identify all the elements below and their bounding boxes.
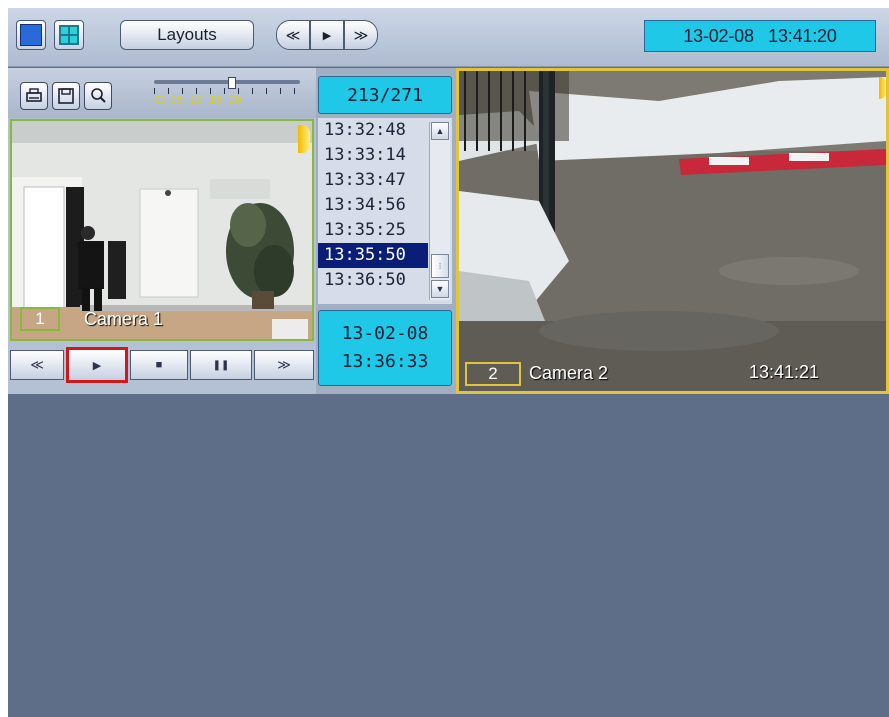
archive-column: 213/271 13:32:48 13:33:14 13:33:47 13:34… xyxy=(316,68,456,394)
play-icon: ▶ xyxy=(92,359,102,372)
next-icon: ≫ xyxy=(277,357,291,372)
time-list[interactable]: 13:32:48 13:33:14 13:33:47 13:34:56 13:3… xyxy=(318,118,452,304)
grid-layout-button[interactable] xyxy=(54,20,84,50)
fast-forward-icon: ≫ xyxy=(353,26,369,43)
speed-slider[interactable]: 00 05 10 15 20 xyxy=(154,76,300,116)
speed-track xyxy=(154,80,300,84)
top-toolbar: Layouts ≪ ▶ ≫ 13-02-08 13:41:20 xyxy=(8,8,889,67)
layouts-button[interactable]: Layouts xyxy=(120,20,254,50)
archive-date: 13-02-08 xyxy=(341,323,429,344)
previous-icon: ≪ xyxy=(30,357,44,372)
speaker-icon[interactable] xyxy=(298,125,310,153)
app-window: Layouts ≪ ▶ ≫ 13-02-08 13:41:20 00 05 10… xyxy=(8,8,889,717)
camera2-frame-image xyxy=(459,71,886,391)
camera1-toolbar: 00 05 10 15 20 xyxy=(8,68,316,118)
empty-workspace xyxy=(8,394,889,717)
camera1-video[interactable]: 1 Camera 1 xyxy=(10,119,314,341)
playback-nav-group: ≪ ▶ ≫ xyxy=(276,20,378,50)
archive-datetime: 13-02-08 13:36:33 xyxy=(318,310,452,386)
camera2-video[interactable]: 2 Camera 2 13:41:21 xyxy=(456,68,889,394)
time-list-scrollbar[interactable]: ▲ ⁝ ▼ xyxy=(429,122,450,300)
rewind-icon: ≪ xyxy=(285,26,301,43)
scrollbar-thumb[interactable]: ⁝ xyxy=(431,254,449,278)
camera1-label: Camera 1 xyxy=(84,309,164,329)
next-frame-button[interactable]: ≫ xyxy=(254,350,314,380)
save-button[interactable] xyxy=(52,82,80,110)
camera1-play-button[interactable]: ▶ xyxy=(66,347,128,383)
print-button[interactable] xyxy=(20,82,48,110)
fast-forward-button[interactable]: ≫ xyxy=(344,20,378,50)
camera2-timestamp: 13:41:21 xyxy=(749,362,820,382)
pause-icon: ❚❚ xyxy=(212,359,230,371)
scroll-down-icon[interactable]: ▼ xyxy=(431,280,449,298)
grid-layout-icon xyxy=(59,25,79,45)
print-icon xyxy=(26,88,42,102)
current-datetime: 13-02-08 13:41:20 xyxy=(644,20,876,52)
single-layout-button[interactable] xyxy=(16,20,46,50)
play-icon: ▶ xyxy=(322,29,332,42)
camera2-number-badge: 2 xyxy=(465,362,521,386)
stop-icon: ■ xyxy=(155,359,163,371)
save-icon xyxy=(58,88,74,104)
camera2-label: Camera 2 xyxy=(529,363,609,383)
play-button[interactable]: ▶ xyxy=(310,20,344,50)
frame-counter: 213/271 xyxy=(318,76,452,114)
stop-button[interactable]: ■ xyxy=(130,350,188,380)
rewind-button[interactable]: ≪ xyxy=(276,20,310,50)
zoom-button[interactable] xyxy=(84,82,112,110)
previous-frame-button[interactable]: ≪ xyxy=(10,350,64,380)
time-list-item-selected[interactable]: 13:35:50 xyxy=(318,243,428,268)
archive-time: 13:36:33 xyxy=(341,351,429,372)
single-layout-icon xyxy=(20,24,42,46)
camera1-playback-controls: ≪ ▶ ■ ❚❚ ≫ xyxy=(8,346,316,394)
pause-button[interactable]: ❚❚ xyxy=(190,350,252,380)
camera1-number-badge: 1 xyxy=(20,307,60,331)
camera1-panel: 00 05 10 15 20 1 Camera 1 ≪ ▶ ■ ❚❚ ≫ xyxy=(8,68,316,394)
zoom-icon xyxy=(91,88,106,103)
speed-tick-labels: 00 05 10 15 20 xyxy=(154,94,242,106)
scroll-up-icon[interactable]: ▲ xyxy=(431,122,449,140)
